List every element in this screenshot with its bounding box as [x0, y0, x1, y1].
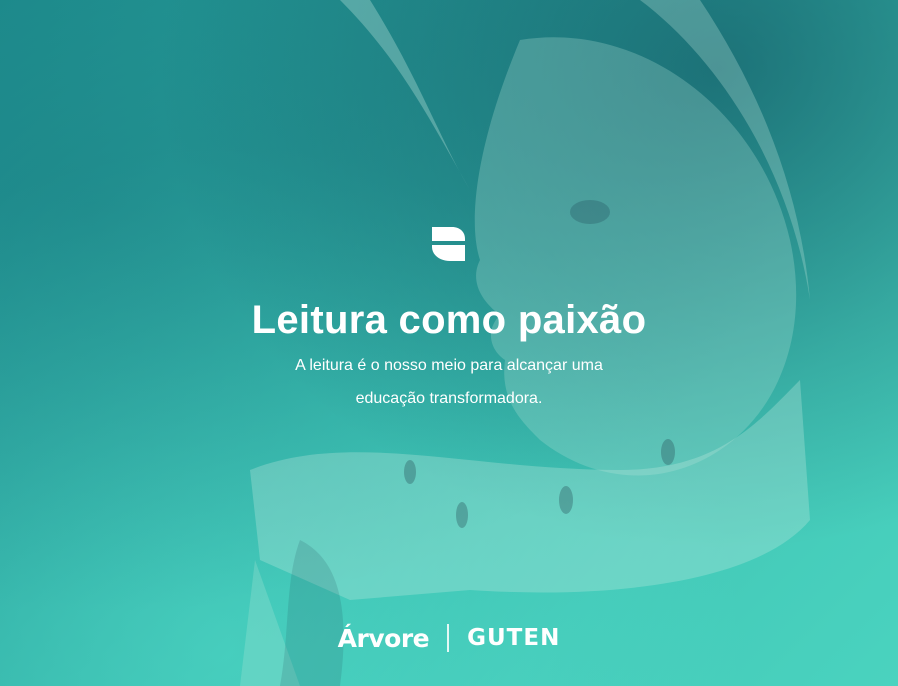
hero-background [0, 0, 898, 686]
page-title: Leitura como paixão [251, 298, 647, 342]
page-subtitle: A leitura é o nosso meio para alcançar u… [0, 349, 898, 415]
subtitle-line: A leitura é o nosso meio para alcançar u… [295, 357, 603, 374]
subtitle-line: educação transformadora. [355, 390, 543, 407]
child-astronaut-photo [240, 0, 810, 686]
book-mark-icon [432, 227, 465, 261]
logo-divider [447, 624, 450, 652]
arvore-logo: Árvore [337, 623, 430, 653]
partner-logos: Árvore GUTEN [0, 618, 898, 658]
guten-logo: GUTEN [467, 625, 561, 651]
